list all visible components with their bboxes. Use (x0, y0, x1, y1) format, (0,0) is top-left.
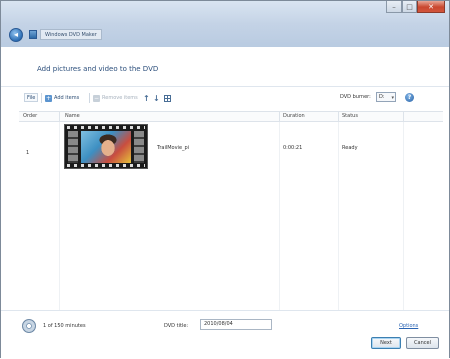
remove-items-label: Remove items (102, 95, 138, 101)
column-line (338, 122, 339, 310)
row-status: Ready (342, 145, 358, 151)
add-items-button[interactable]: + Add items (45, 93, 79, 103)
disc-icon (22, 319, 36, 333)
page-heading: Add pictures and video to the DVD (37, 65, 159, 73)
back-arrow-icon: ◂ (13, 30, 18, 39)
remove-items-button[interactable]: − Remove items (93, 93, 138, 103)
remove-icon: − (93, 94, 100, 102)
options-link[interactable]: Options (399, 323, 418, 329)
grid-icon (164, 94, 171, 102)
move-down-icon[interactable]: ↓ (153, 93, 160, 103)
dvd-maker-window: – □ ✕ ◂ Windows DVD Maker Add pictures a… (0, 0, 450, 359)
dvd-maker-app-icon (29, 30, 37, 39)
list-header (19, 111, 443, 122)
toolbar-separator (89, 93, 90, 103)
row-duration: 0:00:21 (283, 145, 303, 151)
toolbar-separator (41, 93, 42, 103)
dvd-title-input[interactable]: 2010/08/04 (200, 319, 272, 330)
file-menu[interactable]: File (24, 93, 39, 102)
minutes-used: 1 of 150 minutes (43, 323, 86, 329)
cancel-button[interactable]: Cancel (406, 337, 439, 349)
column-line (403, 122, 404, 310)
help-icon[interactable]: ? (405, 93, 414, 102)
column-divider[interactable] (338, 112, 339, 122)
column-divider[interactable] (279, 112, 280, 122)
dvd-menu-grid-icon[interactable] (164, 93, 171, 103)
column-divider[interactable] (59, 112, 60, 122)
chevron-down-icon: ▾ (391, 95, 394, 101)
film-strip (134, 131, 144, 163)
close-button[interactable]: ✕ (417, 1, 445, 13)
dvd-burner-value: D: (379, 94, 385, 100)
video-frame-image (81, 131, 131, 163)
video-thumbnail[interactable] (64, 124, 148, 169)
column-header-order[interactable]: Order (23, 113, 37, 119)
dvd-burner-select[interactable]: D: ▾ (376, 92, 396, 102)
column-line (59, 122, 60, 310)
dvd-title-label: DVD title: (164, 323, 189, 329)
caption-buttons: – □ ✕ (386, 1, 445, 15)
window-title: Windows DVD Maker (40, 29, 102, 40)
row-order: 1 (26, 150, 30, 156)
column-header-name[interactable]: Name (65, 113, 80, 119)
column-line (279, 122, 280, 310)
column-header-status[interactable]: Status (342, 113, 358, 119)
maximize-button[interactable]: □ (402, 1, 417, 13)
footer-area (1, 310, 449, 359)
film-perforation (67, 126, 145, 129)
film-perforation (67, 164, 145, 167)
column-divider[interactable] (403, 112, 404, 122)
minimize-button[interactable]: – (386, 1, 402, 13)
row-name[interactable]: TrailMovie_pi (157, 145, 189, 151)
add-items-label: Add items (54, 95, 80, 101)
back-button[interactable]: ◂ (9, 28, 23, 42)
add-icon: + (45, 94, 52, 102)
move-up-icon[interactable]: ↑ (143, 93, 150, 103)
title-bar (1, 1, 449, 47)
dvd-burner-label: DVD burner: (340, 94, 371, 100)
next-button[interactable]: Next (371, 337, 401, 349)
film-strip (68, 131, 78, 163)
column-header-duration[interactable]: Duration (283, 113, 305, 119)
